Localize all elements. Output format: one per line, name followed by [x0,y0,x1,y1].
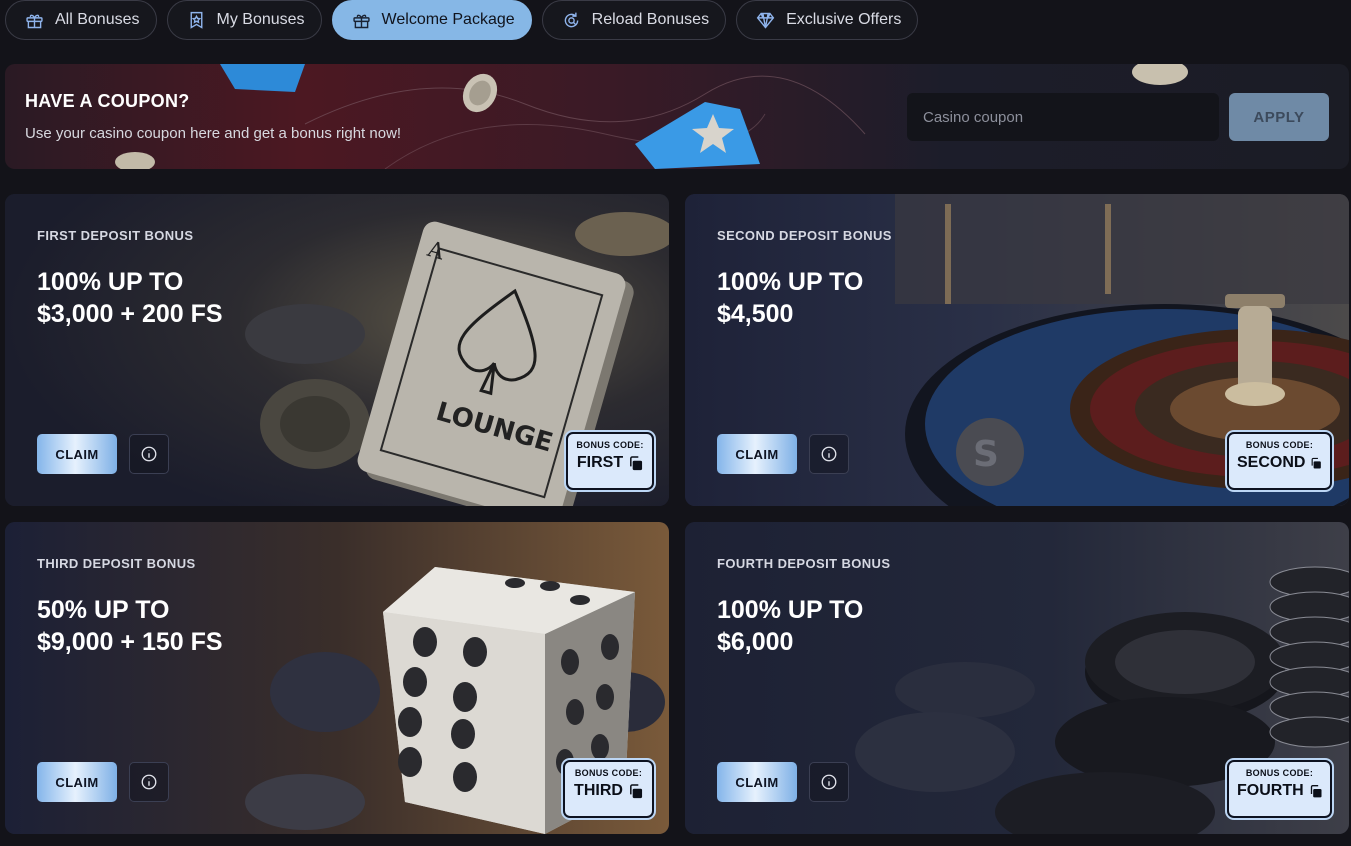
info-button[interactable] [129,762,169,802]
claim-button[interactable]: CLAIM [37,762,117,802]
bonus-title-line1: 50% UP TO [37,596,170,624]
tab-reload-bonuses[interactable]: Reload Bonuses [541,0,727,40]
bonus-code-box[interactable]: BONUS CODE: SECOND [1227,432,1332,490]
coupon-title: HAVE A COUPON? [25,91,190,111]
bonus-card-second: S SECOND DEPOSIT BONUS 100% UP TO $4,500… [685,194,1349,506]
bonus-label: SECOND DEPOSIT BONUS [717,228,892,243]
tab-label: Welcome Package [381,11,515,28]
bonus-title: 100% UP TO $3,000 + 200 FS [37,266,397,330]
coupon-banner: HAVE A COUPON? Use your casino coupon he… [5,64,1349,169]
bonus-code-value: FOURTH [1237,782,1304,799]
claim-button[interactable]: CLAIM [37,434,117,474]
bonus-card-first: LOUNGE A FIRST DEPOSIT BONUS 100% UP TO … [5,194,669,506]
tab-label: Reload Bonuses [591,11,710,28]
bonus-title: 100% UP TO $6,000 [717,594,1077,658]
claim-button[interactable]: CLAIM [717,434,797,474]
gift-icon [351,10,372,31]
bonus-label: THIRD DEPOSIT BONUS [37,556,196,571]
gift-icon [24,10,45,31]
bonus-title-line1: 100% UP TO [717,268,864,296]
info-button[interactable] [809,762,849,802]
tab-all-bonuses[interactable]: All Bonuses [5,0,157,40]
info-icon [821,774,837,790]
info-icon [141,446,157,462]
bonus-title: 50% UP TO $9,000 + 150 FS [37,594,397,658]
info-button[interactable] [809,434,849,474]
copy-icon [1310,784,1322,797]
copy-icon [1312,457,1322,469]
copy-icon [630,783,642,798]
bonus-title-line1: 100% UP TO [37,268,184,296]
bonus-label: FOURTH DEPOSIT BONUS [717,556,891,571]
bonus-title-line1: 100% UP TO [717,596,864,624]
coupon-subtitle: Use your casino coupon here and get a bo… [25,125,402,142]
apply-button[interactable]: APPLY [1229,93,1329,141]
tab-my-bonuses[interactable]: My Bonuses [166,0,322,40]
claim-button[interactable]: CLAIM [717,762,797,802]
bonus-label: FIRST DEPOSIT BONUS [37,228,194,243]
bonus-tabs: All Bonuses My Bonuses Welcome Package R… [5,0,919,40]
bonus-title-line2: $4,500 [717,300,794,328]
bonus-code-label: BONUS CODE: [1245,440,1314,450]
copy-icon [630,455,643,470]
info-icon [821,446,837,462]
diamond-icon [755,10,776,31]
tab-exclusive-offers[interactable]: Exclusive Offers [736,0,919,40]
tab-welcome-package[interactable]: Welcome Package [331,0,532,40]
badge-icon [186,10,207,31]
bonus-code-value: FIRST [576,454,624,471]
tab-label: All Bonuses [55,11,140,28]
svg-text:S: S [973,434,999,475]
info-icon [141,774,157,790]
bonus-code-box[interactable]: BONUS CODE: THIRD [563,760,654,818]
bonus-code-label: BONUS CODE: [574,768,643,778]
bonus-code-label: BONUS CODE: [576,440,644,450]
bonus-title-line2: $3,000 + 200 FS [37,300,223,328]
bonus-card-third: THIRD DEPOSIT BONUS 50% UP TO $9,000 + 1… [5,522,669,834]
info-button[interactable] [129,434,169,474]
bonus-card-fourth: FOURTH DEPOSIT BONUS 100% UP TO $6,000 C… [685,522,1349,834]
bonus-code-box[interactable]: BONUS CODE: FIRST [566,432,654,490]
bonus-code-value: SECOND [1237,454,1306,471]
bonus-code-box[interactable]: BONUS CODE: FOURTH [1227,760,1332,818]
bonus-title: 100% UP TO $4,500 [717,266,1077,330]
tab-label: My Bonuses [216,11,305,28]
bonus-title-line2: $6,000 [717,628,794,656]
tab-label: Exclusive Offers [786,11,902,28]
reload-icon [561,10,582,31]
coupon-input[interactable] [907,93,1219,141]
bonus-title-line2: $9,000 + 150 FS [37,628,223,656]
bonus-code-label: BONUS CODE: [1245,768,1314,778]
bonus-code-value: THIRD [574,782,623,799]
